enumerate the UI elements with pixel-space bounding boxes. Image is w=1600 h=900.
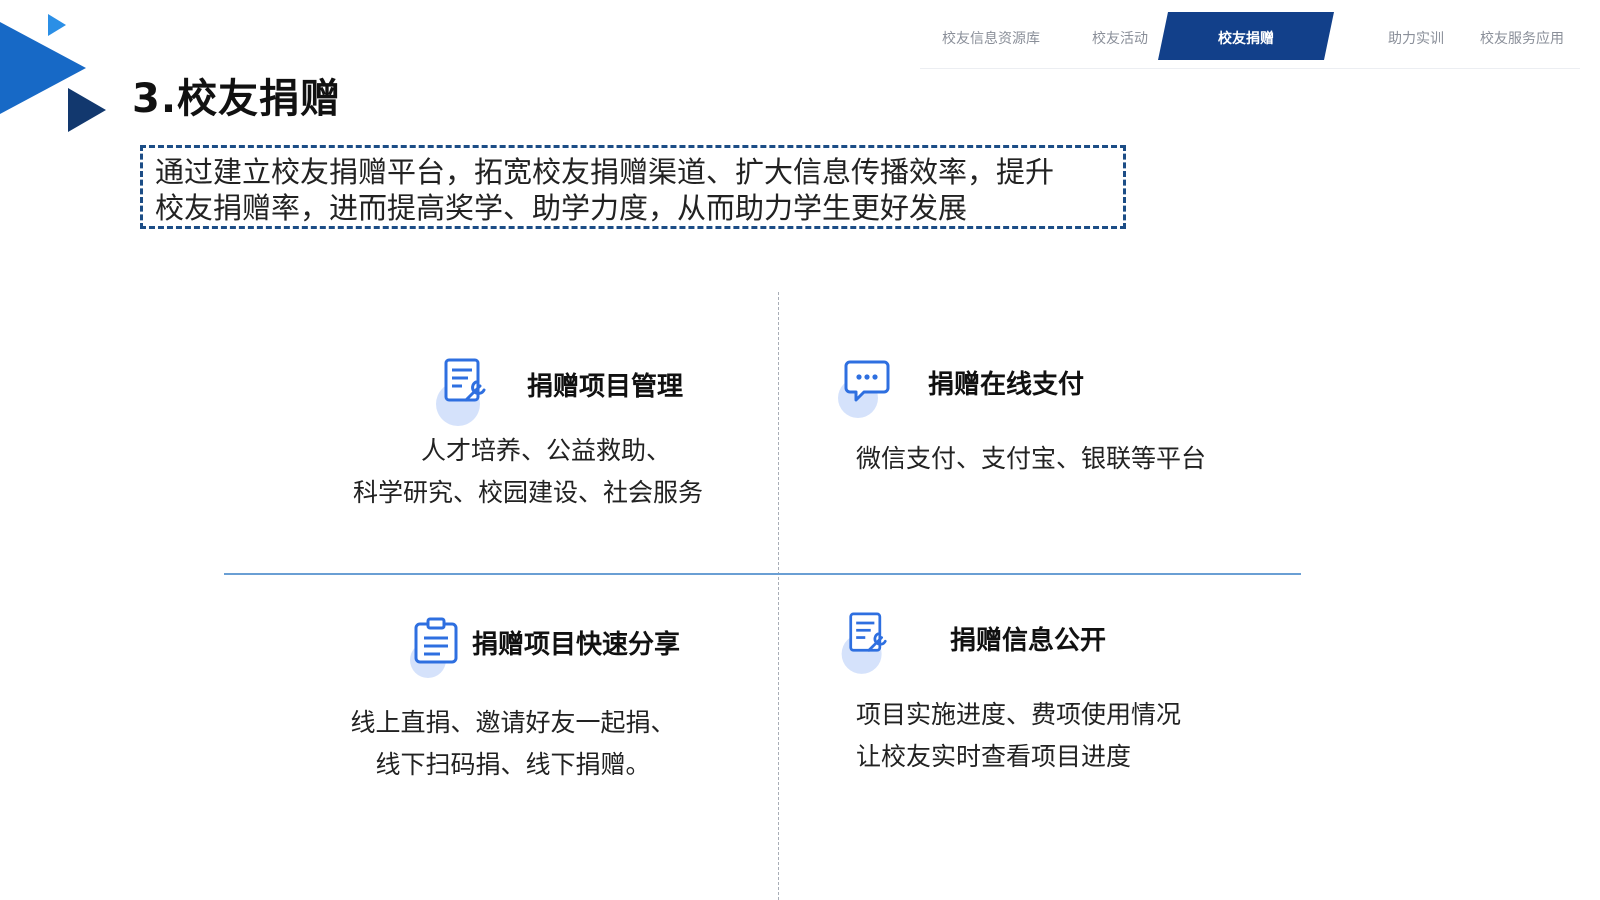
nav-item-training-support[interactable]: 助力实训 xyxy=(1388,28,1444,48)
document-wrench-icon xyxy=(841,612,887,674)
intro-line-2: 校友捐赠率，进而提高奖学、助学力度，从而助力学生更好发展 xyxy=(155,191,968,225)
card-title-online-payment: 捐赠在线支付 xyxy=(928,370,1085,400)
intro-line-1: 通过建立校友捐赠平台，拓宽校友捐赠渠道、扩大信息传播效率，提升 xyxy=(155,155,1055,189)
nav-item-alumni-services[interactable]: 校友服务应用 xyxy=(1480,28,1564,48)
page-title: 3.校友捐赠 xyxy=(132,76,342,122)
top-nav: 校友信息资源库 校友活动 校友捐赠 助力实训 校友服务应用 xyxy=(920,12,1580,69)
nav-item-alumni-activities[interactable]: 校友活动 xyxy=(1092,28,1148,48)
nav-active-label: 校友捐赠 xyxy=(1218,31,1274,47)
card-title-quick-share: 捐赠项目快速分享 xyxy=(472,630,681,660)
intro-box: 通过建立校友捐赠平台，拓宽校友捐赠渠道、扩大信息传播效率，提升 校友捐赠率，进而… xyxy=(140,145,1126,229)
corner-triangles-decoration xyxy=(0,14,106,132)
card-desc-line: 项目实施进度、费项使用情况 xyxy=(856,700,1182,729)
card-desc-quick-share: 线上直捐、邀请好友一起捐、 线下扫码捐、线下捐赠。 xyxy=(340,702,686,786)
card-desc-line: 让校友实时查看项目进度 xyxy=(856,742,1132,771)
card-desc-online-payment: 微信支付、支付宝、银联等平台 xyxy=(856,438,1206,480)
card-title-project-management: 捐赠项目管理 xyxy=(527,372,684,402)
horizontal-divider xyxy=(224,573,1301,575)
nav-item-alumni-donation[interactable]: 校友捐赠 xyxy=(1158,12,1334,60)
vertical-divider xyxy=(778,292,779,900)
card-desc-line: 科学研究、校园建设、社会服务 xyxy=(352,478,703,507)
small-triangle xyxy=(48,14,66,36)
card-title-info-disclosure: 捐赠信息公开 xyxy=(950,626,1107,656)
document-wrench-icon xyxy=(436,358,486,426)
chat-bubble-icon xyxy=(838,360,890,418)
nav-item-alumni-database[interactable]: 校友信息资源库 xyxy=(942,28,1040,48)
card-desc-line: 微信支付、支付宝、银联等平台 xyxy=(856,444,1207,473)
card-desc-line: 线上直捐、邀请好友一起捐、 xyxy=(350,708,676,737)
card-desc-info-disclosure: 项目实施进度、费项使用情况 让校友实时查看项目进度 xyxy=(856,694,1181,778)
card-desc-project-management: 人才培养、公益救助、 科学研究、校园建设、社会服务 xyxy=(340,430,716,514)
card-desc-line: 线下扫码捐、线下捐赠。 xyxy=(375,750,651,779)
dark-triangle xyxy=(68,88,106,132)
clipboard-list-icon xyxy=(410,617,458,678)
card-desc-line: 人才培养、公益救助、 xyxy=(420,436,671,465)
